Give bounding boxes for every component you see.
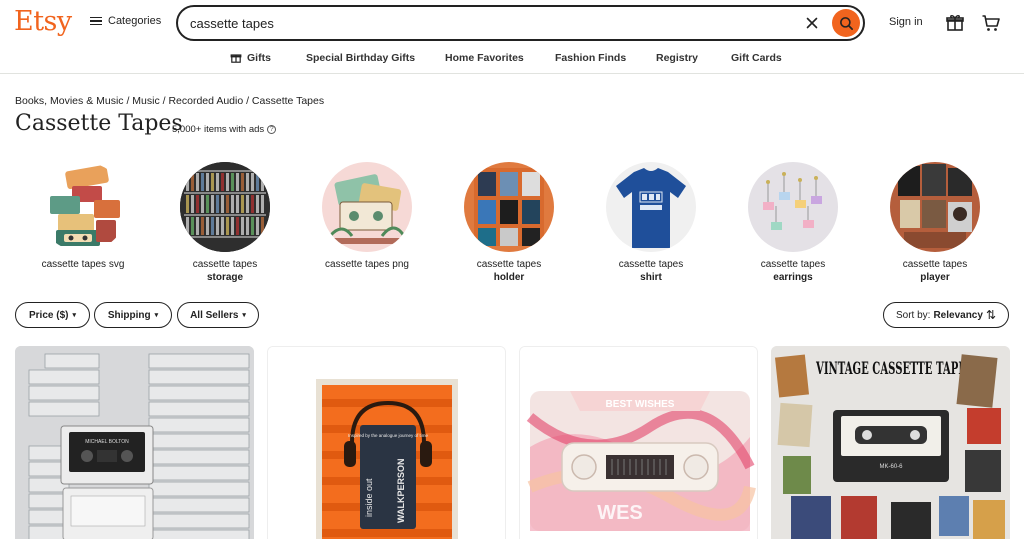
product-image: Inspired by the analogue journey of time… [268,347,505,539]
clear-search-button[interactable] [804,15,820,31]
category-label: cassette tapes shirt [596,258,706,284]
sort-dropdown[interactable]: Sort by: Relevancy ⇅ [883,302,1009,328]
product-card[interactable]: VINTAGE CASSETTE TAPE MK-60-6 [771,346,1010,539]
subnav-label: Gifts [247,52,271,64]
subnav-item-fashion-finds[interactable]: Fashion Finds [555,52,626,64]
sort-value: Relevancy [933,309,983,321]
category-cassette-tapes-shirt[interactable]: cassette tapes shirt [596,162,706,284]
category-label: cassette tapes storage [170,258,280,284]
sellers-filter-button[interactable]: All Sellers ▾ [177,302,259,328]
gift-icon[interactable] [945,13,965,33]
gift-icon [230,54,242,63]
sub-navigation: Gifts Special Birthday Gifts Home Favori… [0,46,1024,74]
category-line1: cassette tapes [192,259,258,270]
tape-left-text: inside out [364,478,374,517]
categories-label: Categories [108,15,162,27]
category-line2: earrings [773,272,813,283]
caret-down-icon: ▾ [72,312,76,319]
shipping-filter-label: Shipping [107,309,151,321]
category-label: cassette tapes svg [28,258,138,271]
category-line1: cassette tapes [760,259,826,270]
info-icon[interactable]: ? [267,125,277,134]
category-cassette-tapes-storage[interactable]: cassette tapes storage [170,162,280,284]
category-image [322,162,412,252]
breadcrumb[interactable]: Books, Movies & Music / Music / Recorded… [15,95,324,107]
category-line2: holder [493,272,525,283]
product-card[interactable]: MICHAEL BOLTON [15,346,254,539]
category-cassette-tapes-svg[interactable]: cassette tapes svg [28,162,138,271]
category-image [464,162,554,252]
category-label: cassette tapes png [312,258,422,271]
category-line2: player [920,272,950,283]
cart-icon[interactable] [981,13,1001,33]
category-cassette-tapes-png[interactable]: cassette tapes png [312,162,422,271]
hamburger-icon [90,16,102,26]
product-image: VINTAGE CASSETTE TAPE MK-60-6 [771,346,1010,539]
etsy-logo[interactable]: Etsy [14,6,72,37]
caret-down-icon: ▾ [242,312,246,319]
tape-label: MICHAEL BOLTON [85,439,129,445]
tape-right-text: WALKPERSON [396,458,406,523]
category-line2: shirt [640,272,662,283]
page-title: Cassette Tapes [15,111,183,136]
subnav-item-gift-cards[interactable]: Gift Cards [731,52,782,64]
product-image: MICHAEL BOLTON [15,346,254,539]
sellers-filter-label: All Sellers [190,309,239,321]
category-line1: cassette tapes [476,259,542,270]
category-image [890,162,980,252]
product-image: BEST WISHES WES [520,347,757,539]
tape-label: MK-60-6 [879,464,903,470]
category-cassette-tapes-earrings[interactable]: cassette tapes earrings [738,162,848,284]
tape-bottom-text: WES [597,502,643,524]
tape-top-text: BEST WISHES [606,399,675,410]
categories-menu-button[interactable]: Categories [90,15,161,27]
subnav-item-gifts[interactable]: Gifts [230,52,271,64]
price-filter-label: Price ($) [29,309,69,321]
site-header: Etsy Categories Sign in [0,0,1024,46]
category-cassette-tapes-player[interactable]: cassette tapes player [880,162,990,284]
product-card[interactable]: BEST WISHES WES [519,346,758,539]
item-count-text: 5,000+ items with ads [172,124,265,135]
category-label: cassette tapes earrings [738,258,848,284]
category-line1: cassette tapes svg [41,259,125,270]
sort-prefix: Sort by: [895,309,931,321]
category-label: cassette tapes player [880,258,990,284]
shipping-filter-button[interactable]: Shipping ▾ [94,302,172,328]
category-line1: cassette tapes png [325,259,409,270]
category-line1: cassette tapes [618,259,684,270]
search-button[interactable] [832,9,860,37]
subnav-item-registry[interactable]: Registry [656,52,698,64]
item-count: 5,000+ items with ads ? [172,124,277,135]
subnav-item-special-birthday-gifts[interactable]: Special Birthday Gifts [306,52,415,64]
subnav-item-home-favorites[interactable]: Home Favorites [445,52,524,64]
category-image [180,162,270,252]
search-input[interactable] [190,14,790,32]
category-image [748,162,838,252]
caret-down-icon: ▾ [154,312,159,319]
sign-in-link[interactable]: Sign in [889,16,923,28]
search-icon [839,16,853,30]
category-image [606,162,696,252]
tape-note: Inspired by the analogue journey of time [348,433,429,438]
price-filter-button[interactable]: Price ($) ▾ [15,302,90,328]
sort-icon: ⇅ [985,308,996,322]
category-line2: storage [206,272,244,283]
category-label: cassette tapes holder [454,258,564,284]
search-bar [176,5,865,41]
category-image [38,162,128,252]
close-icon [806,17,818,29]
poster-title: VINTAGE CASSETTE TAPE [815,359,966,379]
category-cassette-tapes-holder[interactable]: cassette tapes holder [454,162,564,284]
category-line1: cassette tapes [902,259,968,270]
product-card[interactable]: Inspired by the analogue journey of time… [267,346,506,539]
